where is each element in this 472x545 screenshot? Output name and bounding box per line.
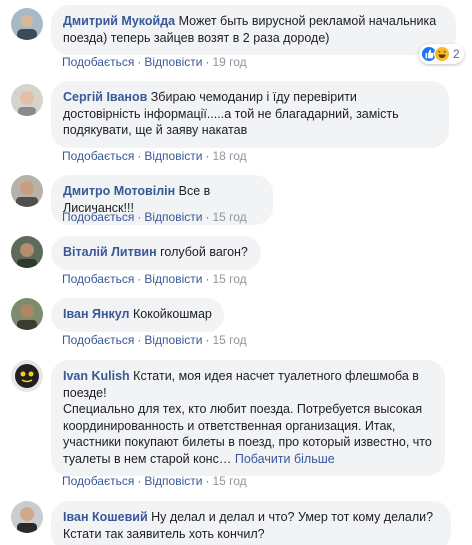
like-link[interactable]: Подобається — [62, 474, 134, 488]
reply-link[interactable]: Відповісти — [144, 210, 202, 224]
separator: · — [137, 149, 142, 163]
comment-author[interactable]: Ivan Kulish — [63, 369, 130, 383]
separator: · — [205, 149, 210, 163]
comment-actions: Подобається · Відповісти · 15 год — [62, 474, 247, 488]
like-link[interactable]: Подобається — [62, 210, 134, 224]
like-link[interactable]: Подобається — [62, 149, 134, 163]
comment-text: голубой вагон? — [160, 245, 248, 259]
comment-actions: Подобається · Відповісти · 18 год — [62, 149, 247, 163]
comment-author[interactable]: Дмитро Мотовілін — [63, 184, 175, 198]
reactions-count: 2 — [453, 47, 460, 61]
reactions-summary[interactable]: 2 — [419, 44, 464, 64]
comment-time[interactable]: 15 год — [212, 210, 246, 224]
comment-bubble: Іван Кошевий Ну делал и делал и что? Уме… — [51, 501, 451, 545]
like-link[interactable]: Подобається — [62, 333, 134, 347]
comment-actions: Подобається · Відповісти · 15 год — [62, 333, 247, 347]
separator: · — [137, 55, 142, 69]
comment-author[interactable]: Іван Янкул — [63, 307, 130, 321]
like-link[interactable]: Подобається — [62, 55, 134, 69]
separator: · — [137, 272, 142, 286]
comment-text: Кокойкошмар — [132, 307, 212, 321]
comment-actions: Подобається · Відповісти · 19 год — [62, 55, 247, 69]
comment-author[interactable]: Дмитрий Мукойда — [63, 14, 175, 28]
comment-time[interactable]: 19 год — [212, 55, 246, 69]
separator: · — [205, 55, 210, 69]
comment-bubble: Сергій Іванов Збираю чемоданир і їду пер… — [51, 81, 449, 148]
like-link[interactable]: Подобається — [62, 272, 134, 286]
comment-author[interactable]: Віталій Литвин — [63, 245, 157, 259]
comment-bubble: Ivan Kulish Кстати, моя идея насчет туал… — [51, 360, 445, 476]
comment-bubble: Іван Янкул Кокойкошмар — [51, 298, 224, 332]
haha-icon — [434, 46, 450, 62]
comment-time[interactable]: 15 год — [212, 272, 246, 286]
reply-link[interactable]: Відповісти — [144, 55, 202, 69]
avatar[interactable] — [11, 501, 43, 533]
avatar[interactable] — [11, 298, 43, 330]
comment-actions: Подобається · Відповісти · 15 год — [62, 210, 247, 224]
comment-bubble: Дмитрий Мукойда Может быть вирусной рекл… — [51, 5, 456, 55]
separator: · — [205, 272, 210, 286]
avatar[interactable] — [11, 8, 43, 40]
separator: · — [205, 333, 210, 347]
reply-link[interactable]: Відповісти — [144, 474, 202, 488]
comment-time[interactable]: 15 год — [212, 333, 246, 347]
separator: · — [205, 210, 210, 224]
comment-author[interactable]: Іван Кошевий — [63, 510, 148, 524]
comment-time[interactable]: 18 год — [212, 149, 246, 163]
comment-time[interactable]: 15 год — [212, 474, 246, 488]
avatar[interactable] — [11, 360, 43, 392]
reply-link[interactable]: Відповісти — [144, 149, 202, 163]
separator: · — [137, 210, 142, 224]
separator: · — [137, 474, 142, 488]
comment-author[interactable]: Сергій Іванов — [63, 90, 147, 104]
reply-link[interactable]: Відповісти — [144, 272, 202, 286]
separator: · — [137, 333, 142, 347]
avatar[interactable] — [11, 236, 43, 268]
see-more-link[interactable]: Побачити більше — [235, 452, 335, 466]
comment-bubble: Віталій Литвин голубой вагон? — [51, 236, 261, 270]
reply-link[interactable]: Відповісти — [144, 333, 202, 347]
comment-actions: Подобається · Відповісти · 15 год — [62, 272, 247, 286]
avatar[interactable] — [11, 84, 43, 116]
avatar[interactable] — [11, 175, 43, 207]
separator: · — [205, 474, 210, 488]
